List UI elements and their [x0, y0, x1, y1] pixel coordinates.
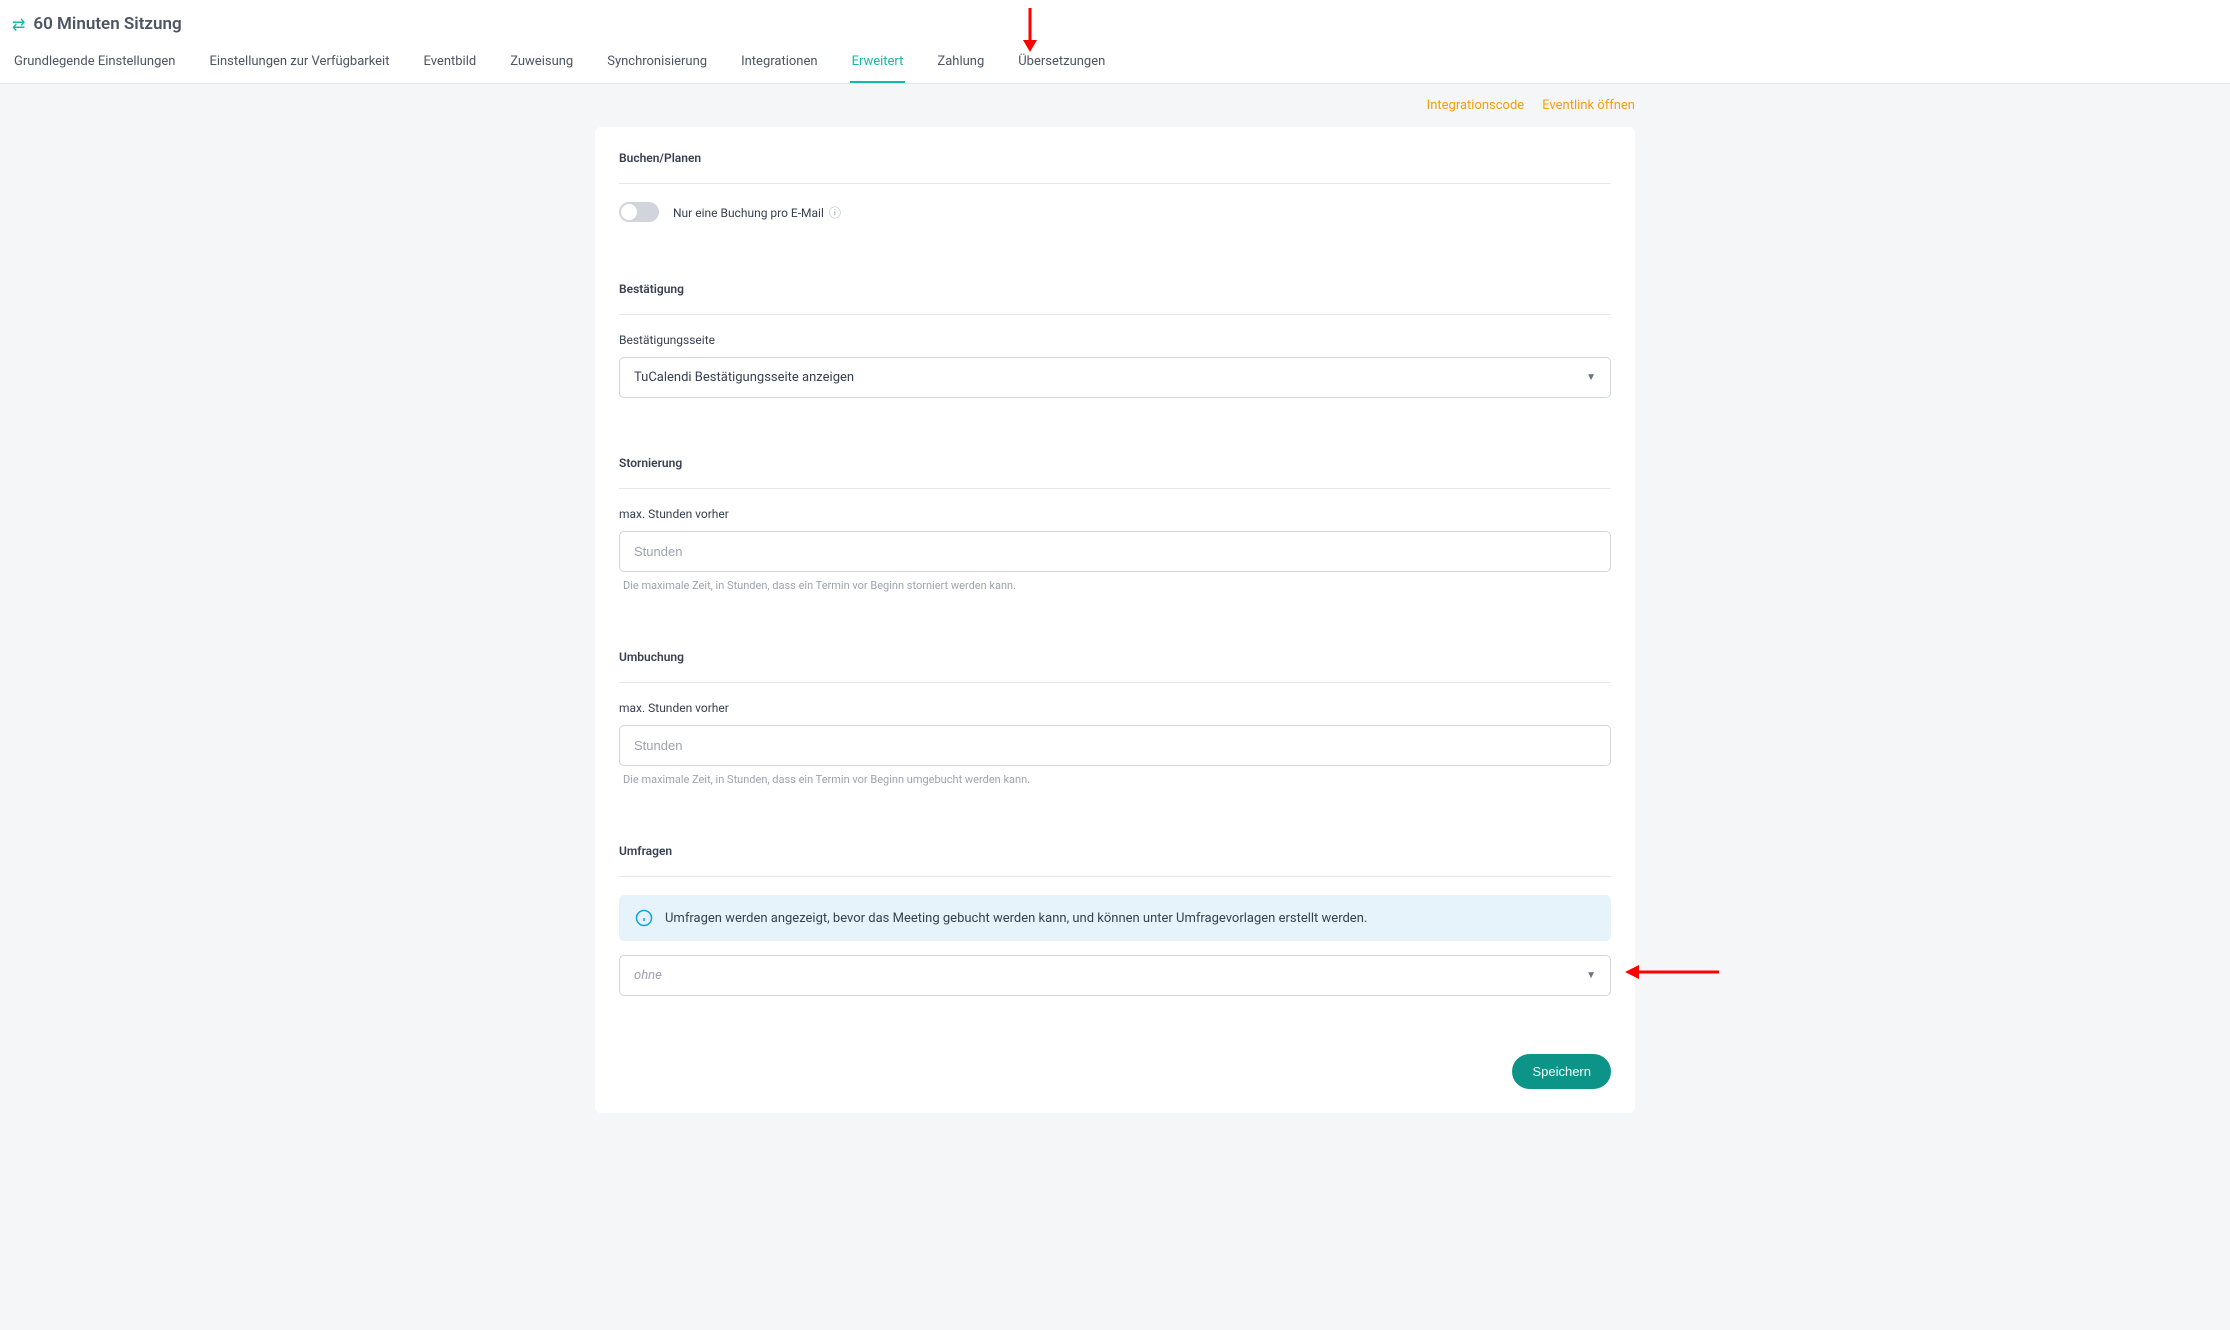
info-icon[interactable]: ⓘ [829, 206, 841, 220]
section-heading-booking: Buchen/Planen [619, 151, 1611, 165]
cancellation-hint: Die maximale Zeit, in Stunden, dass ein … [623, 579, 1611, 592]
tab-eventbild[interactable]: Eventbild [421, 48, 478, 83]
surveys-select-placeholder: ohne [634, 968, 662, 983]
cancellation-hours-input[interactable] [619, 531, 1611, 572]
header-bar: ⇄ 60 Minuten Sitzung Grundlegende Einste… [0, 0, 2230, 84]
reschedule-hint: Die maximale Zeit, in Stunden, dass ein … [623, 773, 1611, 786]
section-cancellation: Stornierung max. Stunden vorher Die maxi… [619, 456, 1611, 592]
cancellation-hours-label: max. Stunden vorher [619, 507, 1611, 521]
section-reschedule: Umbuchung max. Stunden vorher Die maxima… [619, 650, 1611, 786]
annotation-arrow-left [1621, 960, 1721, 984]
confirmation-page-selected: TuCalendi Bestätigungsseite anzeigen [634, 370, 854, 385]
integration-code-link[interactable]: Integrationscode [1427, 98, 1525, 113]
tab-integrationen[interactable]: Integrationen [739, 48, 819, 83]
tab-zuweisung[interactable]: Zuweisung [508, 48, 575, 83]
open-event-link[interactable]: Eventlink öffnen [1542, 98, 1635, 113]
section-heading-confirmation: Bestätigung [619, 282, 1611, 296]
section-heading-reschedule: Umbuchung [619, 650, 1611, 664]
chevron-down-icon: ▼ [1586, 970, 1596, 981]
divider [619, 876, 1611, 877]
reschedule-hours-label: max. Stunden vorher [619, 701, 1611, 715]
tabs: Grundlegende Einstellungen Einstellungen… [12, 48, 2218, 83]
toggle-label: Nur eine Buchung pro E-Mail ⓘ [673, 204, 841, 221]
chevron-down-icon: ▼ [1586, 372, 1596, 383]
info-circle-icon [635, 909, 653, 927]
tab-zahlung[interactable]: Zahlung [935, 48, 986, 83]
tab-synchronisierung[interactable]: Synchronisierung [605, 48, 709, 83]
divider [619, 314, 1611, 315]
settings-card: Buchen/Planen Nur eine Buchung pro E-Mai… [595, 127, 1635, 1113]
divider [619, 183, 1611, 184]
swap-icon: ⇄ [12, 15, 25, 34]
tab-uebersetzungen[interactable]: Übersetzungen [1016, 48, 1107, 83]
surveys-info-alert: Umfragen werden angezeigt, bevor das Mee… [619, 895, 1611, 941]
surveys-select[interactable]: ohne ▼ [619, 955, 1611, 996]
section-confirmation: Bestätigung Bestätigungsseite TuCalendi … [619, 282, 1611, 398]
section-booking: Buchen/Planen Nur eine Buchung pro E-Mai… [619, 151, 1611, 222]
save-button[interactable]: Speichern [1512, 1054, 1611, 1089]
title-row: ⇄ 60 Minuten Sitzung [12, 14, 2218, 34]
tab-grundlegende[interactable]: Grundlegende Einstellungen [12, 48, 177, 83]
toggle-one-booking-per-email[interactable] [619, 202, 659, 222]
toggle-knob [621, 204, 637, 220]
save-row: Speichern [619, 1054, 1611, 1089]
toggle-one-booking-row: Nur eine Buchung pro E-Mail ⓘ [619, 202, 1611, 222]
page-title: 60 Minuten Sitzung [33, 14, 181, 34]
section-surveys: Umfragen Umfragen werden angezeigt, bevo… [619, 844, 1611, 996]
surveys-info-text: Umfragen werden angezeigt, bevor das Mee… [665, 911, 1367, 926]
divider [619, 488, 1611, 489]
confirmation-page-label: Bestätigungsseite [619, 333, 1611, 347]
divider [619, 682, 1611, 683]
reschedule-hours-input[interactable] [619, 725, 1611, 766]
action-links: Integrationscode Eventlink öffnen [595, 84, 1635, 127]
confirmation-page-select[interactable]: TuCalendi Bestätigungsseite anzeigen ▼ [619, 357, 1611, 398]
section-heading-cancellation: Stornierung [619, 456, 1611, 470]
tab-verfuegbarkeit[interactable]: Einstellungen zur Verfügbarkeit [207, 48, 391, 83]
toggle-label-text: Nur eine Buchung pro E-Mail [673, 206, 824, 220]
tab-erweitert[interactable]: Erweitert [850, 48, 906, 83]
section-heading-surveys: Umfragen [619, 844, 1611, 858]
